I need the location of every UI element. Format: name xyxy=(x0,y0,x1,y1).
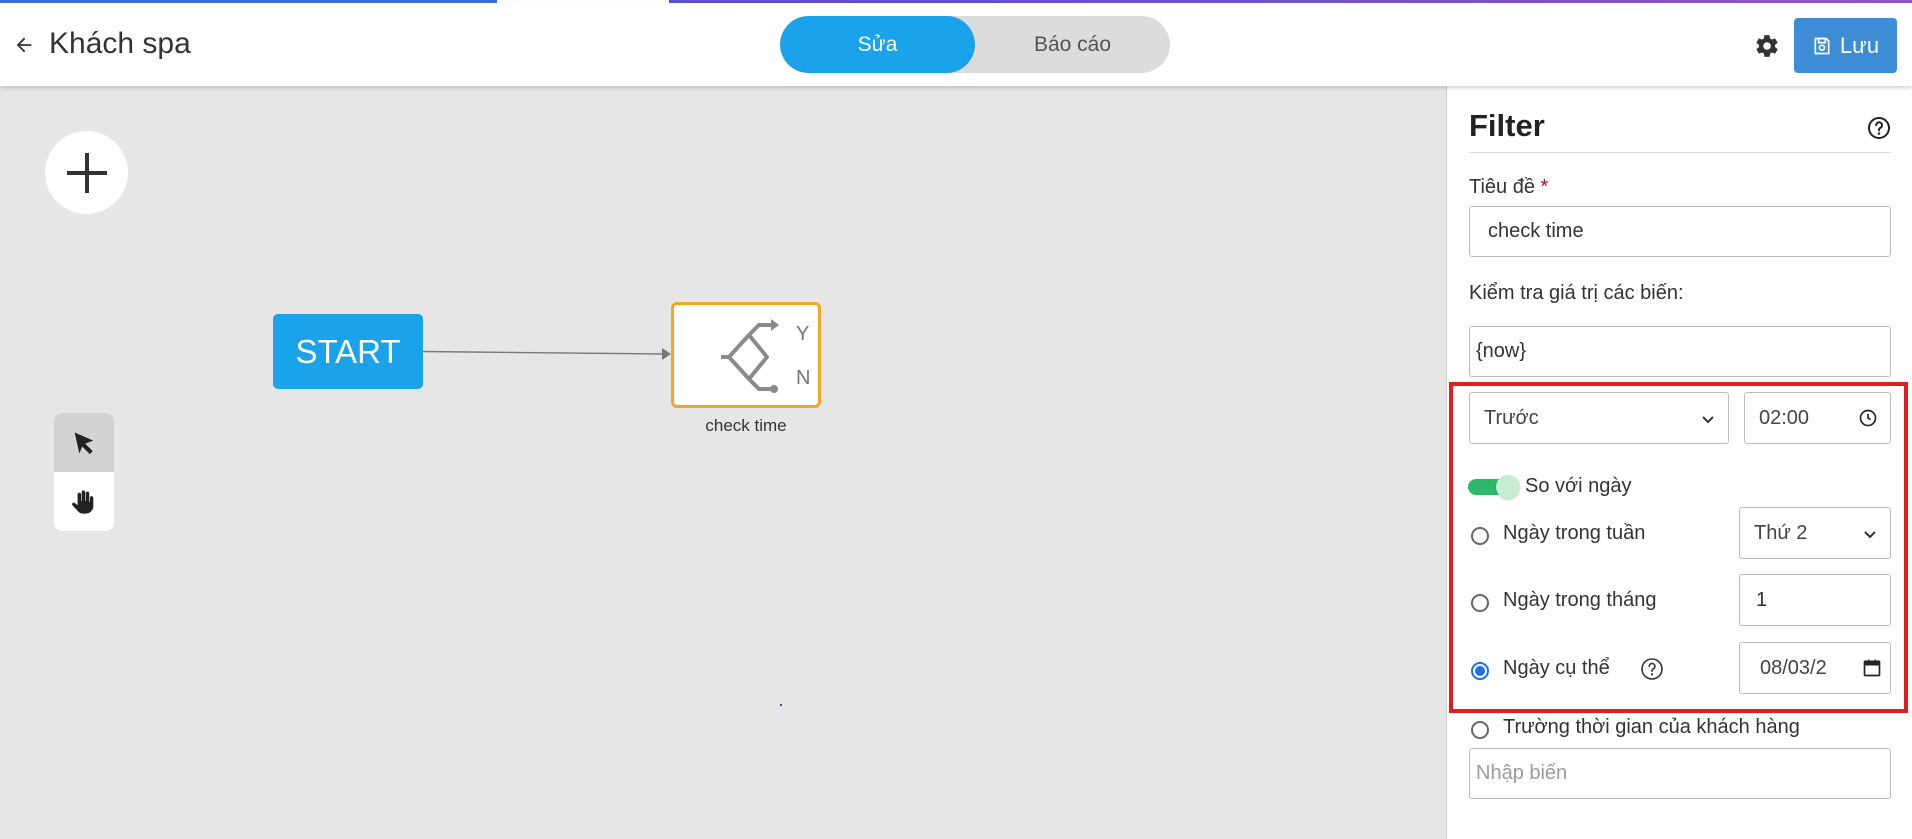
connector-edge xyxy=(422,348,671,360)
variable-input[interactable]: {now} xyxy=(1469,326,1891,377)
question-icon[interactable] xyxy=(1640,657,1664,681)
branch-icon xyxy=(721,319,779,393)
time-input-value: 02:00 xyxy=(1759,406,1810,429)
save-button-label: Lưu xyxy=(1839,32,1880,58)
compare-select[interactable]: Trước xyxy=(1469,392,1729,444)
calendar-icon xyxy=(1863,659,1881,677)
date-input-value: 08/03/2 xyxy=(1760,656,1827,679)
weekday-select[interactable]: Thứ 2 xyxy=(1739,507,1891,559)
panel-title: Filter xyxy=(1469,108,1545,143)
monthday-input[interactable]: 1 xyxy=(1739,574,1891,626)
start-node[interactable]: START xyxy=(273,314,423,389)
save-button[interactable]: Lưu xyxy=(1794,18,1897,73)
help-icon[interactable] xyxy=(1867,116,1891,140)
title-label: Tiêu đề * xyxy=(1469,176,1548,199)
workflow-canvas[interactable]: START Y N check time xyxy=(0,86,1446,839)
filter-panel: Filter Tiêu đề * check time Kiểm tra giá… xyxy=(1446,86,1912,839)
no-branch-label: N xyxy=(796,367,811,389)
radio-customer-field[interactable] xyxy=(1471,721,1489,739)
compare-date-toggle-label: So với ngày xyxy=(1525,475,1632,497)
radio-specific-date[interactable] xyxy=(1471,662,1489,680)
check-variables-label: Kiểm tra giá trị các biến: xyxy=(1469,282,1684,304)
arrow-left-icon xyxy=(16,37,32,53)
tab-edit[interactable]: Sửa xyxy=(780,16,975,73)
yes-branch-label: Y xyxy=(796,323,810,345)
compare-select-value: Trước xyxy=(1484,406,1539,429)
customer-field-label: Trường thời gian của khách hàng xyxy=(1503,716,1800,738)
page-title: Khách spa xyxy=(49,27,191,60)
monthday-label: Ngày trong tháng xyxy=(1503,589,1657,611)
clock-icon xyxy=(1859,409,1877,427)
back-button[interactable] xyxy=(12,33,36,57)
title-label-text: Tiêu đề xyxy=(1469,176,1535,198)
toggle-knob xyxy=(1496,475,1520,499)
specific-date-label: Ngày cụ thể xyxy=(1503,657,1610,679)
date-input[interactable]: 08/03/2 xyxy=(1739,642,1891,694)
title-input[interactable]: check time xyxy=(1469,206,1891,257)
tab-report[interactable]: Báo cáo xyxy=(975,16,1170,73)
chevron-down-icon xyxy=(1702,416,1714,424)
settings-button[interactable] xyxy=(1754,33,1782,61)
floppy-disk-icon xyxy=(1814,37,1830,54)
filter-node[interactable]: Y N xyxy=(671,302,821,408)
header: Khách spa Sửa Báo cáo Lưu xyxy=(0,3,1912,86)
radio-monthday[interactable] xyxy=(1471,594,1489,612)
mode-tabs: Sửa Báo cáo xyxy=(780,16,1170,73)
weekday-label: Ngày trong tuần xyxy=(1503,522,1646,544)
compare-date-toggle[interactable] xyxy=(1468,475,1522,499)
gear-icon xyxy=(1756,35,1778,57)
customer-variable-input[interactable]: Nhập biến xyxy=(1469,748,1891,799)
canvas-dot xyxy=(780,704,782,706)
time-input[interactable]: 02:00 xyxy=(1744,392,1891,444)
radio-weekday[interactable] xyxy=(1471,527,1489,545)
chevron-down-icon xyxy=(1864,531,1876,539)
filter-node-caption: check time xyxy=(705,416,787,435)
weekday-select-value: Thứ 2 xyxy=(1754,521,1808,544)
panel-divider xyxy=(1469,152,1891,153)
required-mark: * xyxy=(1540,176,1549,198)
